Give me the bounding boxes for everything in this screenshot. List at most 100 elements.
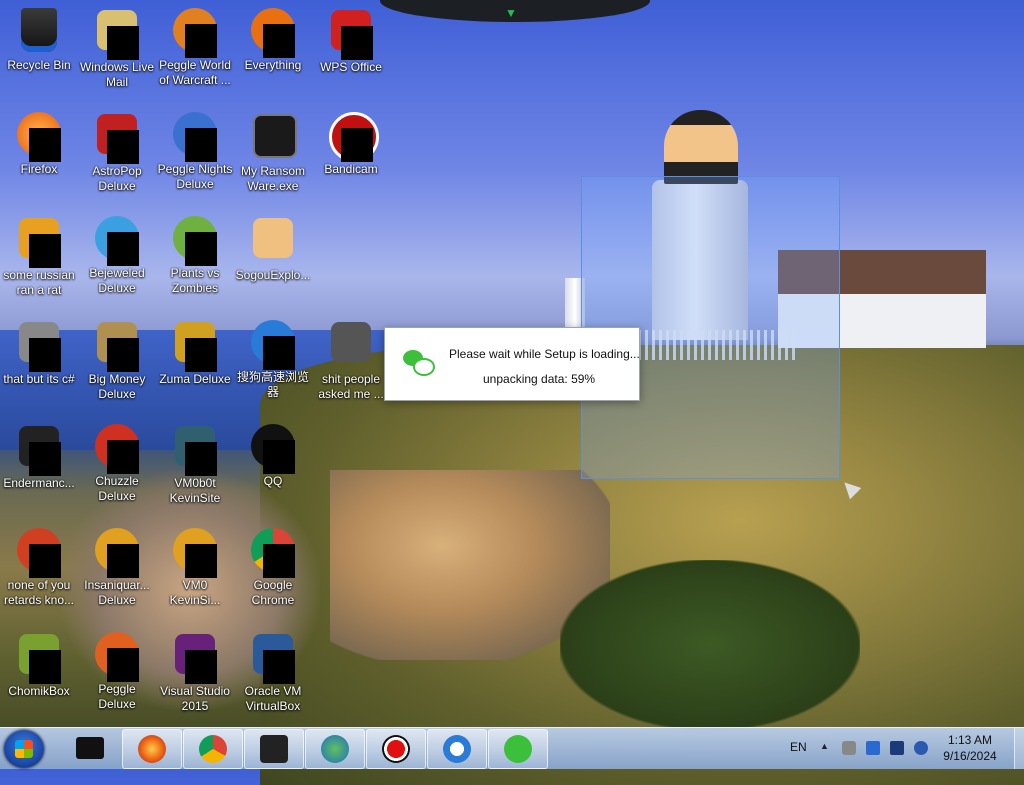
desktop-icon-vm0b0t-kevinsite[interactable]: VM0b0t KevinSite [156, 422, 234, 506]
desktop-icon-plants-vs-zombies[interactable]: Plants vs Zombies [156, 214, 234, 296]
desktop-icon-label: Insaniquar... Deluxe [84, 578, 150, 607]
language-indicator[interactable]: EN [790, 740, 807, 781]
desktop-icon-label: shit people asked me ... [318, 372, 384, 401]
taskbar-firefox[interactable] [122, 729, 182, 769]
desktop-icon-label: Peggle Deluxe [98, 682, 136, 711]
taskbar: EN ▲ 1:13 AM 9/16/2024 [0, 727, 1024, 769]
setup-message: Please wait while Setup is loading... [449, 347, 640, 361]
wechat-icon [403, 350, 435, 376]
desktop-icon-label: AstroPop Deluxe [92, 164, 142, 193]
terminal-icon [260, 735, 288, 763]
redaction [107, 338, 139, 372]
desktop-icon-firefox[interactable]: Firefox [0, 110, 78, 177]
download-manager-icon [321, 735, 349, 763]
desktop-icon-endermanch[interactable]: Endermanc... [0, 422, 78, 491]
redaction [185, 232, 217, 266]
desktop-icon-label: Peggle World of Warcraft ... [159, 58, 231, 87]
desktop-icon-vm0-kevinsite[interactable]: VM0 KevinSi... [156, 526, 234, 608]
redaction [29, 442, 61, 476]
desktop-icon-label: SogouExplo... [235, 268, 311, 282]
desktop-icon-peggle-nights[interactable]: Peggle Nights Deluxe [156, 110, 234, 192]
desktop-icon-peggle-wow[interactable]: Peggle World of Warcraft ... [156, 6, 234, 88]
clock-date: 9/16/2024 [943, 749, 997, 763]
desktop-icon-chuzzle[interactable]: Chuzzle Deluxe [78, 422, 156, 504]
desktop-icon-label: Visual Studio 2015 [160, 684, 230, 713]
generic-app-icon [76, 737, 104, 759]
desktop-icon-everything[interactable]: Everything [234, 6, 312, 73]
desktop-icon-label: that but its c# [3, 372, 75, 386]
redaction [29, 338, 61, 372]
desktop-icon-that-but-csharp[interactable]: that but its c# [0, 318, 78, 387]
system-clock[interactable]: 1:13 AM 9/16/2024 [930, 732, 1010, 764]
redaction [185, 338, 217, 372]
tray-app-icon[interactable] [842, 741, 856, 755]
setup-loading-dialog: Please wait while Setup is loading... un… [384, 327, 640, 401]
executable-icon [253, 114, 297, 158]
wechat-icon [504, 735, 532, 763]
desktop-icon-label: My Ransom Ware.exe [240, 164, 305, 193]
taskbar-chrome[interactable] [183, 729, 243, 769]
folder-icon [331, 322, 371, 362]
desktop-icon-big-money[interactable]: Big Money Deluxe [78, 318, 156, 402]
redaction [185, 24, 217, 58]
redaction [341, 128, 373, 162]
volume-icon[interactable] [914, 741, 928, 755]
notch-indicator-icon: ▼ [505, 6, 517, 20]
desktop-icon-google-chrome[interactable]: Google Chrome [234, 526, 312, 608]
desktop-icon-peggle-deluxe[interactable]: Peggle Deluxe [78, 630, 156, 712]
taskbar-pinned-generic[interactable] [62, 729, 120, 767]
desktop-icon-label: Google Chrome [251, 578, 295, 607]
redaction [29, 650, 61, 684]
desktop-icon-label: Endermanc... [3, 476, 75, 490]
desktop-icon-label: Big Money Deluxe [88, 372, 146, 401]
desktop-icon-bandicam[interactable]: Bandicam [312, 110, 390, 177]
wallpaper-lighthouse-lamp [664, 110, 738, 184]
desktop-icon-label: QQ [263, 474, 283, 488]
desktop-icon-visual-studio[interactable]: Visual Studio 2015 [156, 630, 234, 714]
wallpaper-bush [560, 560, 860, 730]
desktop-icon-label: Chuzzle Deluxe [95, 474, 139, 503]
redaction [185, 650, 217, 684]
desktop-icon-my-ransom-ware[interactable]: My Ransom Ware.exe [234, 110, 312, 194]
setup-progress-text: unpacking data: 59% [483, 372, 596, 386]
taskbar-bandicam[interactable] [366, 729, 426, 769]
desktop-icon-label: some russian ran a rat [3, 268, 75, 297]
recycle-bin-icon [21, 8, 57, 52]
desktop-icon-russian-rat[interactable]: some russian ran a rat [0, 214, 78, 298]
desktop-icon-bejeweled[interactable]: Bejeweled Deluxe [78, 214, 156, 296]
desktop-icon-sogou-explorer[interactable]: SogouExplo... [234, 214, 312, 283]
desktop-icon-label: Everything [244, 58, 302, 72]
taskbar-terminal[interactable] [244, 729, 304, 769]
taskbar-wechat[interactable] [488, 729, 548, 769]
desktop-icon-chomikbox[interactable]: ChomikBox [0, 630, 78, 699]
taskbar-idm[interactable] [305, 729, 365, 769]
redaction [107, 648, 139, 682]
desktop-icon-windows-live-mail[interactable]: Windows Live Mail [78, 6, 156, 90]
taskbar-sogou[interactable] [427, 729, 487, 769]
firefox-icon [138, 735, 166, 763]
redaction [341, 26, 373, 60]
show-desktop-button[interactable] [1014, 728, 1024, 769]
desktop-icon-wps-office[interactable]: WPS Office [312, 6, 390, 75]
redaction [107, 544, 139, 578]
desktop-icon-recycle-bin[interactable]: Recycle Bin [0, 6, 78, 73]
network-icon[interactable] [890, 741, 904, 755]
desktop-icon-qq[interactable]: QQ [234, 422, 312, 489]
desktop-icon-astropop[interactable]: AstroPop Deluxe [78, 110, 156, 194]
windows-logo-icon [15, 740, 33, 758]
desktop-icon-label: Firefox [20, 162, 58, 176]
desktop-icon-sogou-browser[interactable]: 搜狗高速浏览器 [234, 318, 312, 400]
redaction [107, 440, 139, 474]
redaction [29, 234, 61, 268]
desktop-icon-shit-people-asked[interactable]: shit people asked me ... [312, 318, 390, 402]
show-hidden-icons-icon[interactable]: ▲ [820, 741, 834, 755]
redaction [263, 336, 295, 370]
tray-security-icon[interactable] [866, 741, 880, 755]
redaction [263, 650, 295, 684]
desktop-icon-none-of-you[interactable]: none of you retards kno... [0, 526, 78, 608]
start-button[interactable] [4, 730, 44, 768]
desktop-icon-virtualbox[interactable]: Oracle VM VirtualBox [234, 630, 312, 714]
desktop-icon-insaniquarium[interactable]: Insaniquar... Deluxe [78, 526, 156, 608]
desktop-icon-label: WPS Office [320, 60, 382, 74]
desktop-icon-zuma[interactable]: Zuma Deluxe [156, 318, 234, 387]
